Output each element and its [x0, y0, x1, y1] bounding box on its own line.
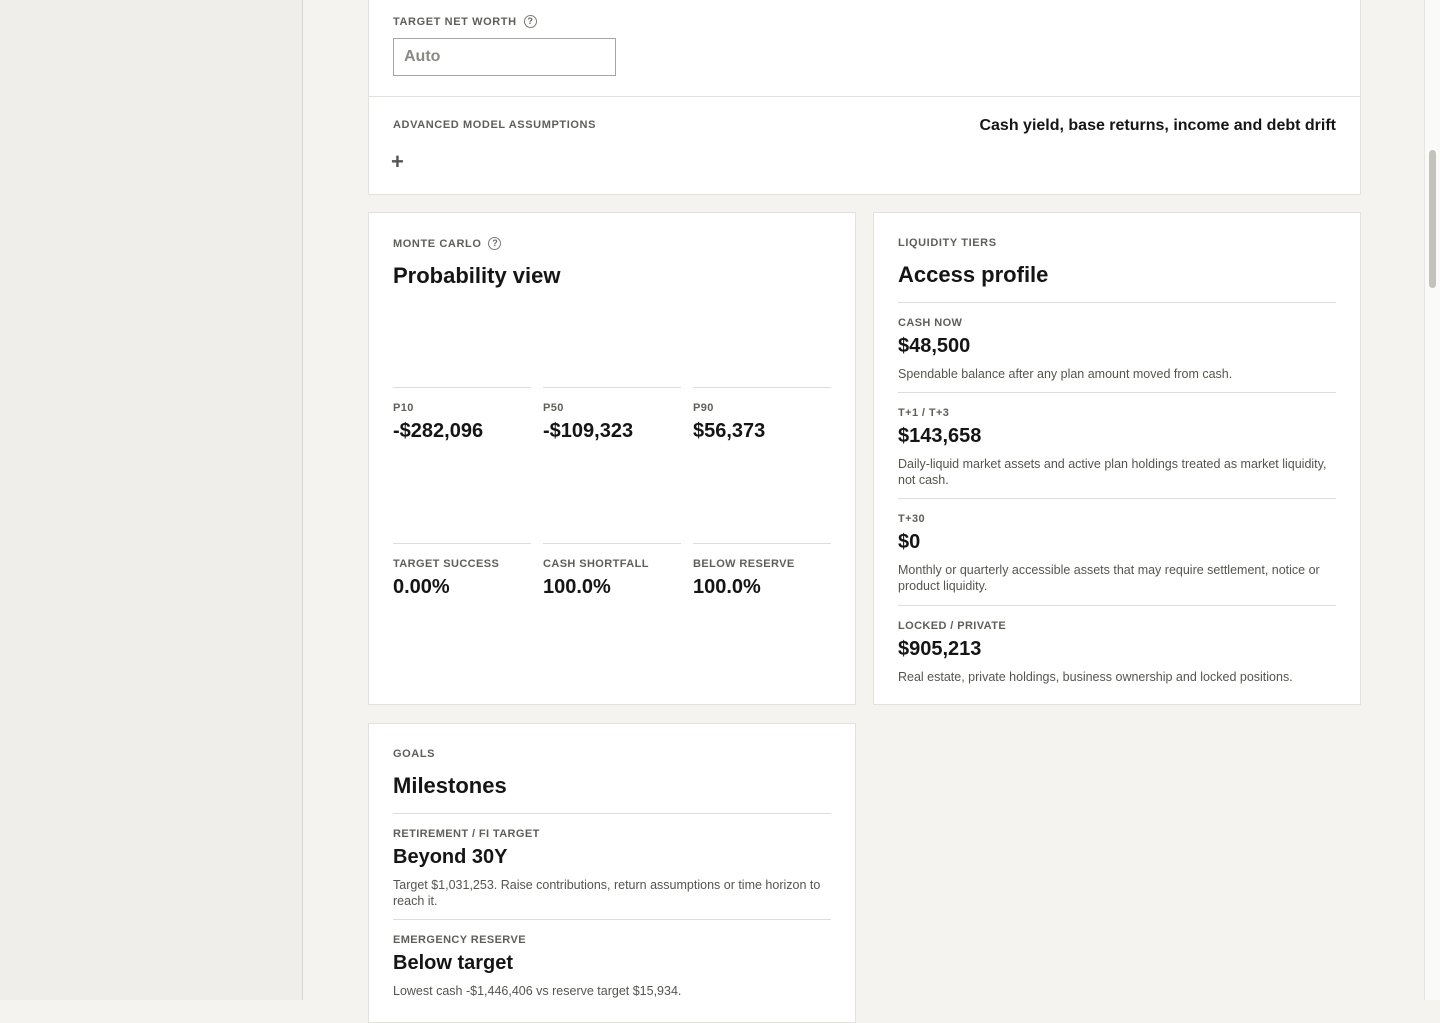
goal-description: Target $1,031,253. Raise contributions, … [393, 878, 821, 908]
tier-t30: T+30 $0 Monthly or quarterly accessible … [898, 498, 1336, 594]
monte-carlo-title: Probability view [393, 263, 561, 288]
scrollbar-thumb[interactable] [1429, 150, 1436, 288]
stat-label: BELOW RESERVE [693, 558, 795, 570]
stat-value: $56,373 [693, 420, 766, 442]
monte-carlo-eyebrow-row: MONTE CARLO ? [393, 237, 502, 250]
stat-label: P90 [693, 402, 714, 414]
stat-value: 0.00% [393, 576, 450, 598]
goal-label: EMERGENCY RESERVE [393, 934, 526, 946]
tier-value: $48,500 [898, 335, 971, 357]
tier-description: Spendable balance after any plan amount … [898, 367, 1233, 381]
stat-label: P10 [393, 402, 414, 414]
tier-locked-private: LOCKED / PRIVATE $905,213 Real estate, p… [898, 605, 1336, 685]
stat-p50: P50 -$109,323 [543, 387, 681, 443]
target-net-worth-label: TARGET NET WORTH [393, 15, 517, 28]
stat-value: -$282,096 [393, 420, 484, 442]
goal-value: Beyond 30Y [393, 846, 508, 868]
vertical-scrollbar[interactable] [1424, 0, 1440, 1000]
advanced-assumptions-label: ADVANCED MODEL ASSUMPTIONS [393, 119, 597, 131]
tier-label: T+1 / T+3 [898, 407, 950, 419]
tier-t1-t3: T+1 / T+3 $143,658 Daily-liquid market a… [898, 392, 1336, 488]
stat-p90: P90 $56,373 [693, 387, 831, 443]
tier-value: $0 [898, 531, 921, 553]
goal-retirement: RETIREMENT / FI TARGET Beyond 30Y Target… [393, 813, 831, 909]
tier-description: Monthly or quarterly accessible assets t… [898, 563, 1320, 593]
goal-value: Below target [393, 952, 514, 974]
monte-carlo-eyebrow: MONTE CARLO [393, 237, 482, 250]
liquidity-title: Access profile [898, 262, 1049, 287]
tier-cash-now: CASH NOW $48,500 Spendable balance after… [898, 302, 1336, 382]
goals-title: Milestones [393, 773, 507, 798]
stat-p10: P10 -$282,096 [393, 387, 531, 443]
stat-label: P50 [543, 402, 564, 414]
target-net-worth-label-row: TARGET NET WORTH ? [393, 15, 537, 28]
stat-value: -$109,323 [543, 420, 634, 442]
tier-label: LOCKED / PRIVATE [898, 620, 1007, 632]
tier-label: CASH NOW [898, 317, 963, 329]
goals-panel: GOALS Milestones RETIREMENT / FI TARGET … [368, 723, 856, 1023]
expand-assumptions-button[interactable]: + [391, 151, 404, 173]
stat-value: 100.0% [693, 576, 761, 598]
goal-label: RETIREMENT / FI TARGET [393, 828, 540, 840]
target-net-worth-panel: TARGET NET WORTH ? [368, 0, 1361, 97]
left-sidebar [0, 0, 303, 1000]
target-net-worth-input[interactable] [393, 38, 616, 76]
advanced-assumptions-panel: ADVANCED MODEL ASSUMPTIONS Cash yield, b… [368, 96, 1361, 195]
stat-label: CASH SHORTFALL [543, 558, 649, 570]
stat-value: 100.0% [543, 576, 611, 598]
tier-value: $905,213 [898, 638, 982, 660]
monte-carlo-panel: MONTE CARLO ? Probability view P10 -$282… [368, 212, 856, 705]
tier-description: Real estate, private holdings, business … [898, 670, 1293, 684]
goals-eyebrow: GOALS [393, 748, 436, 760]
stat-label: TARGET SUCCESS [393, 558, 500, 570]
tier-label: T+30 [898, 513, 925, 525]
stat-target-success: TARGET SUCCESS 0.00% [393, 543, 531, 599]
goal-emergency-reserve: EMERGENCY RESERVE Below target Lowest ca… [393, 919, 831, 999]
advanced-assumptions-summary: Cash yield, base returns, income and deb… [979, 117, 1336, 134]
stat-cash-shortfall: CASH SHORTFALL 100.0% [543, 543, 681, 599]
help-icon[interactable]: ? [488, 237, 502, 250]
goal-description: Lowest cash -$1,446,406 vs reserve targe… [393, 984, 682, 998]
liquidity-tiers-panel: LIQUIDITY TIERS Access profile CASH NOW … [873, 212, 1361, 705]
stat-below-reserve: BELOW RESERVE 100.0% [693, 543, 831, 599]
tier-description: Daily-liquid market assets and active pl… [898, 457, 1327, 487]
liquidity-eyebrow: LIQUIDITY TIERS [898, 237, 997, 249]
tier-value: $143,658 [898, 425, 982, 447]
help-icon[interactable]: ? [523, 15, 537, 28]
